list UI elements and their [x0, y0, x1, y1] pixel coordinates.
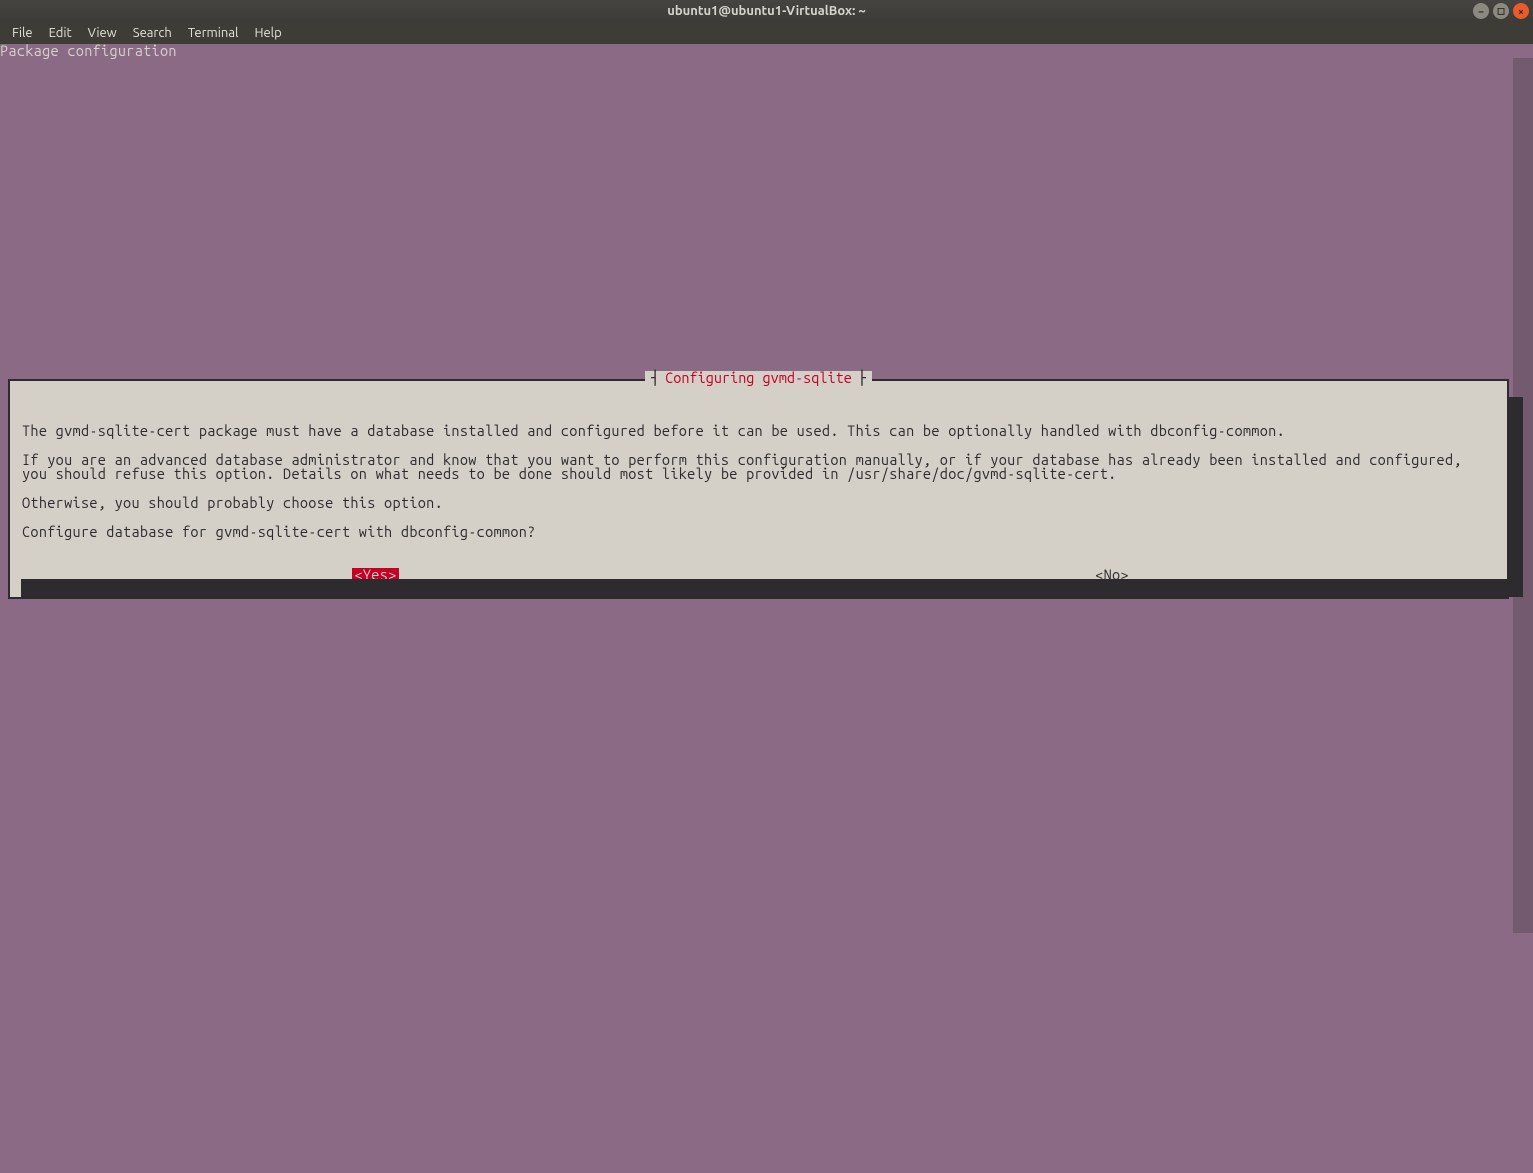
- window-controls: – ◻ ×: [1473, 3, 1529, 19]
- config-dialog: ┤ Configuring gvmd-sqlite ├ The gvmd-sql…: [8, 379, 1509, 599]
- menu-edit[interactable]: Edit: [41, 24, 80, 42]
- dialog-body: The gvmd-sqlite-cert package must have a…: [22, 391, 1495, 554]
- menu-search[interactable]: Search: [125, 24, 180, 42]
- menu-terminal[interactable]: Terminal: [180, 24, 247, 42]
- terminal-area: Package configuration ┤ Configuring gvmd…: [0, 44, 1533, 1173]
- dialog-title-row: ┤ Configuring gvmd-sqlite ├: [10, 371, 1507, 386]
- window-title: ubuntu1@ubuntu1-VirtualBox: ~: [667, 4, 866, 18]
- dialog-para3: Otherwise, you should probably choose th…: [22, 494, 443, 511]
- maximize-icon[interactable]: ◻: [1493, 3, 1509, 19]
- dialog-shadow-right: [1509, 397, 1523, 597]
- menu-file[interactable]: File: [4, 24, 41, 42]
- menubar: File Edit View Search Terminal Help: [0, 22, 1533, 44]
- dialog-title: Configuring gvmd-sqlite: [665, 371, 852, 386]
- dialog-shadow-bottom: [21, 579, 1523, 597]
- minimize-icon[interactable]: –: [1473, 3, 1489, 19]
- title-pipe-right: ├: [858, 371, 866, 386]
- config-header: Package configuration: [0, 44, 177, 59]
- dialog-para2: If you are an advanced database administ…: [22, 451, 1470, 483]
- menu-view[interactable]: View: [80, 24, 125, 42]
- title-pipe-left: ┤: [651, 371, 659, 386]
- menu-help[interactable]: Help: [246, 24, 289, 42]
- close-icon[interactable]: ×: [1513, 3, 1529, 19]
- dialog-question: Configure database for gvmd-sqlite-cert …: [22, 523, 536, 540]
- dialog-para1: The gvmd-sqlite-cert package must have a…: [22, 422, 1285, 439]
- titlebar: ubuntu1@ubuntu1-VirtualBox: ~ – ◻ ×: [0, 0, 1533, 22]
